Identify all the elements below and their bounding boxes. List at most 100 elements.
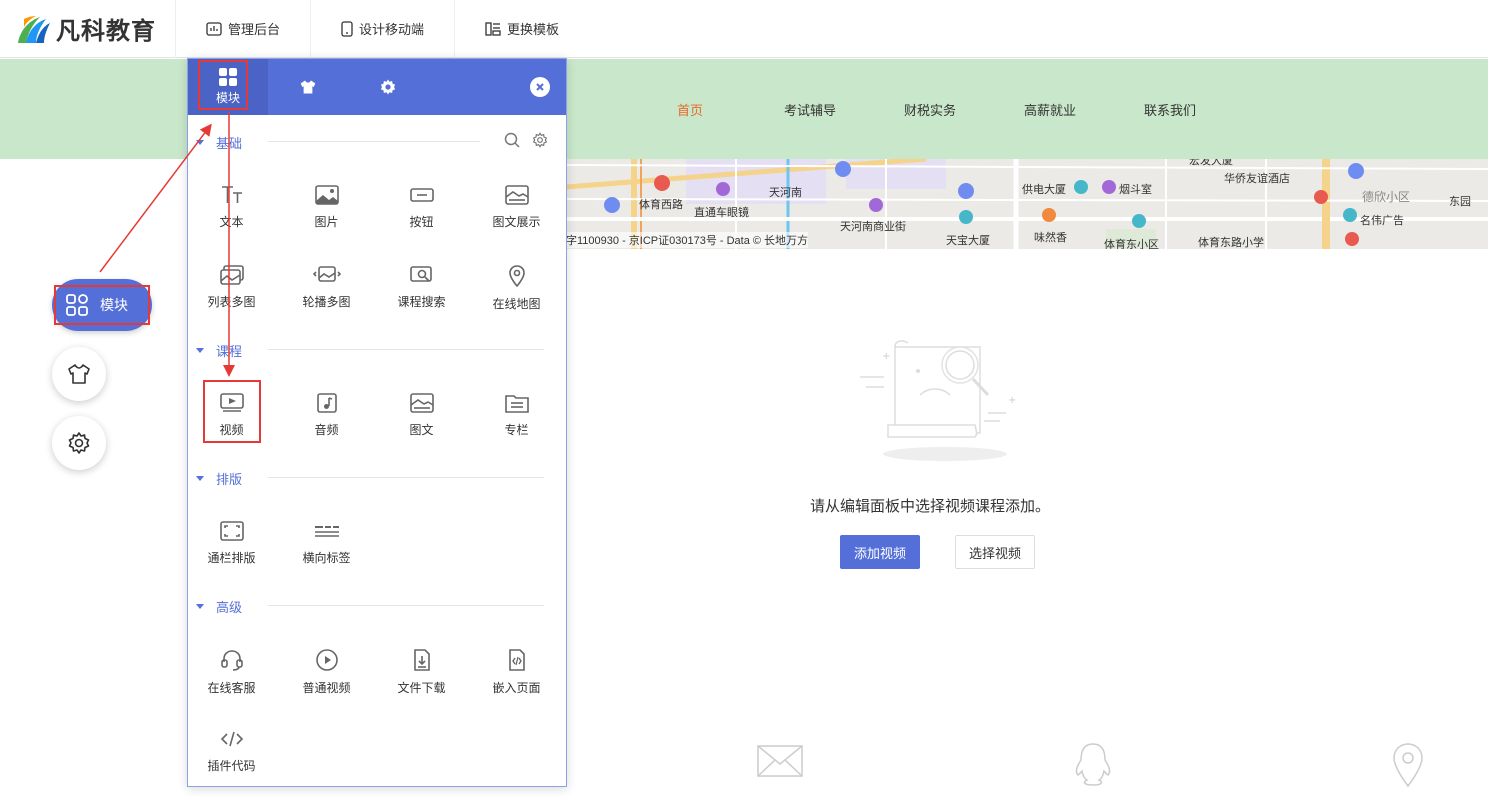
gear-icon [380,79,396,95]
play-circle-icon [315,649,338,671]
site-nav-tax[interactable]: 财税实务 [870,100,990,119]
template-icon [485,21,501,36]
section-divider [268,349,544,350]
module-embed-page-label: 嵌入页面 [492,681,541,695]
map-label-hongfa: 宏发大厦 [1189,159,1233,167]
panel-close-button[interactable] [530,77,550,97]
module-online-map-label: 在线地图 [492,297,541,311]
site-nav-exam[interactable]: 考试辅导 [750,100,870,119]
location-icon[interactable] [1392,742,1424,788]
empty-state-illustration: + + [860,340,1016,461]
module-fullwidth[interactable]: 通栏排版 [188,511,279,581]
shirt-icon [300,80,316,94]
mobile-icon [341,20,353,37]
section-course-label: 课程 [216,344,243,359]
image-text-icon [409,393,434,413]
column-icon [504,395,529,413]
module-audio-label: 音频 [314,423,339,437]
topbar-mobile[interactable]: 设计移动端 [311,0,456,58]
text-icon [221,186,242,203]
module-file-download[interactable]: 文件下载 [374,639,469,709]
section-course-title[interactable]: 课程 [196,341,242,360]
module-image-text[interactable]: 图文 [374,383,469,453]
code-icon [220,731,243,747]
module-button-label: 按钮 [409,215,434,229]
module-text[interactable]: 文本 [188,175,279,245]
panel-tools [504,132,548,148]
shirt-icon [68,364,90,384]
file-download-icon [413,649,430,671]
module-carousel[interactable]: 轮播多图 [279,255,374,325]
section-advanced-title[interactable]: 高级 [196,597,242,616]
site-nav-career[interactable]: 高薪就业 [990,100,1110,119]
mail-icon[interactable] [757,742,803,778]
logo-mark-icon [18,15,50,43]
section-layout-title[interactable]: 排版 [196,469,242,488]
module-image[interactable]: 图片 [279,175,374,245]
audio-icon [316,393,337,413]
site-nav-home[interactable]: 首页 [630,100,750,119]
empty-state-message: 请从编辑面板中选择视频课程添加。 [809,498,1050,515]
headset-icon [220,650,243,671]
site-nav-contact[interactable]: 联系我们 [1110,100,1230,119]
module-image-text-label: 图文 [409,423,434,437]
panel-tab-theme[interactable] [268,59,348,115]
embed-page-icon [508,649,525,671]
module-audio[interactable]: 音频 [279,383,374,453]
float-settings-button[interactable] [52,416,106,470]
map-label-tiyudong: 体育东小区 [1104,239,1159,249]
section-basic-title[interactable]: 基础 [196,133,242,152]
panel-tab-settings[interactable] [348,59,428,115]
search-icon[interactable] [504,132,520,148]
module-plugin-code[interactable]: 插件代码 [188,719,279,786]
settings-icon[interactable] [532,132,548,148]
module-text-label: 文本 [219,215,244,229]
button-icon [409,188,434,202]
map-label-dongyuan: 东园 [1449,196,1471,208]
topbar-admin[interactable]: 管理后台 [176,0,312,58]
module-normal-video-label: 普通视频 [302,681,351,695]
highlight-float-modules [54,285,150,325]
module-online-service[interactable]: 在线客服 [188,639,279,709]
add-video-button[interactable]: 添加视频 [840,535,920,569]
chart-icon [206,21,222,36]
module-course-search[interactable]: 课程搜索 [374,255,469,325]
map-label-zhitongche: 直通车眼镜 [694,207,749,219]
map-label-tianbao: 天宝大厦 [946,235,990,247]
collapse-triangle-icon [196,348,204,353]
module-image-text-show-label: 图文展示 [492,215,541,229]
map-label-dexin: 德欣小区 [1362,190,1411,204]
module-file-download-label: 文件下载 [397,681,446,695]
svg-text:+: + [882,351,890,362]
module-embed-page[interactable]: 嵌入页面 [469,639,564,709]
topbar-template[interactable]: 更换模板 [455,0,589,58]
list-images-icon [219,265,244,285]
module-plugin-code-label: 插件代码 [207,759,256,773]
course-search-icon [409,266,432,282]
collapse-triangle-icon [196,140,204,145]
gear-icon [68,432,90,454]
module-horizontal-tabs[interactable]: 横向标签 [279,511,374,581]
select-video-button[interactable]: 选择视频 [955,535,1035,569]
brand-logo[interactable]: 凡科教育 [0,0,176,58]
map-pin-icon [508,265,525,287]
map-label-mingwei: 名伟广告 [1360,215,1404,227]
module-online-map[interactable]: 在线地图 [469,255,564,325]
module-carousel-label: 轮播多图 [302,295,351,309]
module-button[interactable]: 按钮 [374,175,469,245]
section-layout-label: 排版 [216,472,243,487]
map-strip[interactable]: 体育西路 直通车眼镜 天河南 天河南商业街 天宝大厦 供电大厦 烟斗室 味然香 … [566,159,1488,249]
module-image-text-show[interactable]: 图文展示 [469,175,564,245]
float-theme-button[interactable] [52,347,106,401]
horizontal-tabs-icon [314,526,339,537]
close-icon [536,83,544,91]
module-normal-video[interactable]: 普通视频 [279,639,374,709]
module-column[interactable]: 专栏 [469,383,564,453]
qq-icon[interactable] [1073,742,1113,788]
highlight-module-video [203,380,261,443]
topbar-template-label: 更换模板 [507,22,560,37]
highlight-panel-tab-modules [198,60,248,110]
module-list-images[interactable]: 列表多图 [188,255,279,325]
map-label-weiranxiang: 味然香 [1034,232,1067,244]
map-label-tianhenan: 天河南 [769,187,802,199]
